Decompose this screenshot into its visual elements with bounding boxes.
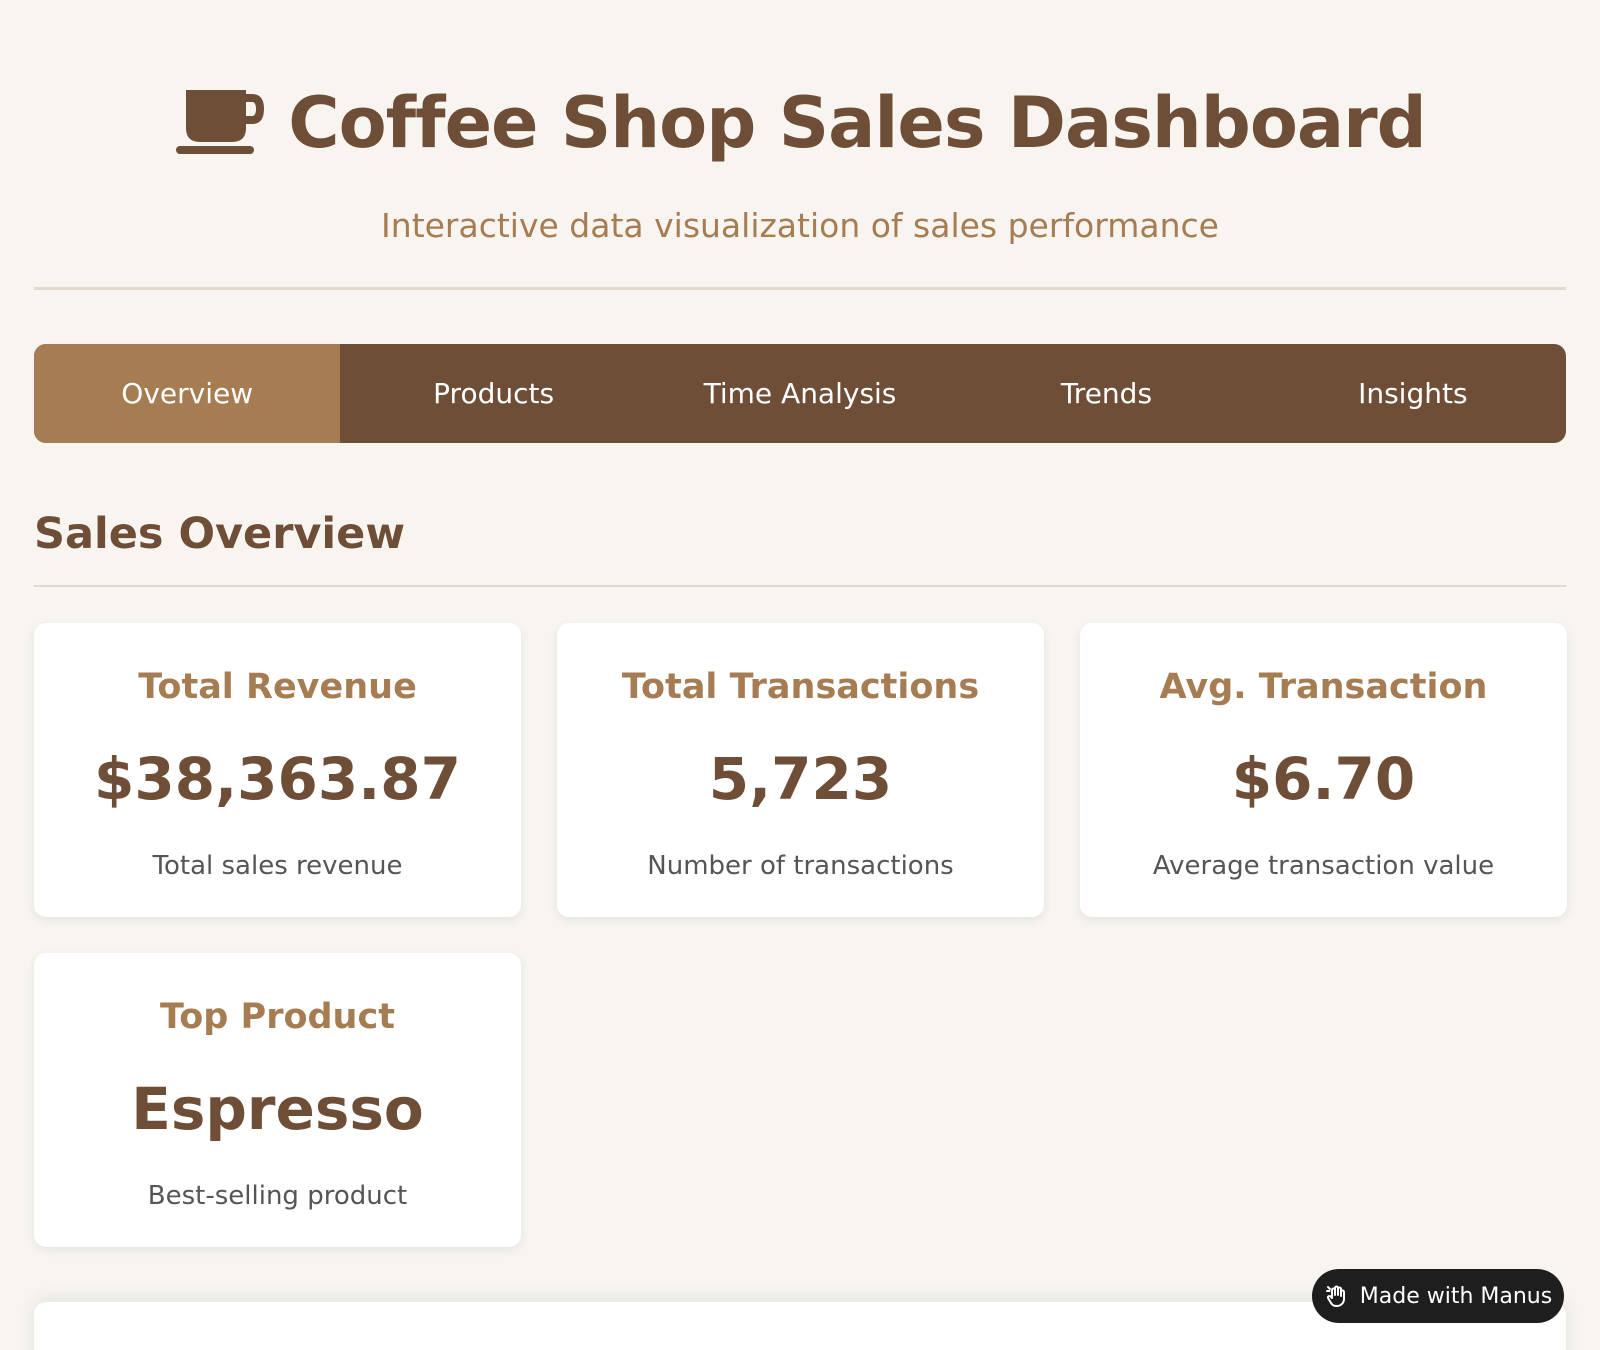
card-value: $6.70	[1231, 745, 1416, 813]
card-label: Total Transactions	[621, 667, 980, 707]
header-divider	[34, 287, 1566, 290]
card-caption: Number of transactions	[647, 851, 954, 881]
card-caption: Best-selling product	[147, 1181, 408, 1211]
metric-cards: Total Revenue $38,363.87 Total sales rev…	[34, 623, 1567, 1247]
tab-bar: Overview Products Time Analysis Trends I…	[34, 344, 1566, 443]
tab-trends[interactable]: Trends	[953, 344, 1259, 443]
section-divider	[34, 585, 1566, 587]
card-caption: Average transaction value	[1152, 851, 1495, 881]
tab-overview[interactable]: Overview	[34, 344, 341, 443]
section-title: Sales Overview	[34, 509, 406, 559]
card-value: $38,363.87	[94, 745, 461, 813]
page-title: Coffee Shop Sales Dashboard	[288, 82, 1427, 164]
card-value: 5,723	[708, 745, 893, 813]
card-label: Total Revenue	[138, 667, 417, 707]
metric-card-total-transactions: Total Transactions 5,723 Number of trans…	[557, 623, 1044, 917]
card-value: Espresso	[131, 1075, 424, 1143]
badge-label: Made with Manus	[1359, 1283, 1553, 1309]
title-row: Coffee Shop Sales Dashboard	[34, 82, 1566, 164]
card-label: Top Product	[160, 997, 395, 1037]
coffee-cup-icon	[174, 90, 266, 156]
tab-time-analysis[interactable]: Time Analysis	[647, 344, 953, 443]
card-caption: Total sales revenue	[152, 851, 403, 881]
manus-hand-icon	[1324, 1283, 1350, 1309]
metric-card-total-revenue: Total Revenue $38,363.87 Total sales rev…	[34, 623, 521, 917]
dashboard-header: Coffee Shop Sales Dashboard Interactive …	[34, 0, 1566, 290]
tab-insights[interactable]: Insights	[1260, 344, 1566, 443]
dashboard-page: Coffee Shop Sales Dashboard Interactive …	[0, 0, 1600, 1350]
tab-products[interactable]: Products	[340, 344, 646, 443]
metric-card-avg-transaction: Avg. Transaction $6.70 Average transacti…	[1080, 623, 1567, 917]
card-label: Avg. Transaction	[1159, 667, 1488, 707]
made-with-manus-button[interactable]: Made with Manus	[1312, 1269, 1564, 1323]
page-subtitle: Interactive data visualization of sales …	[381, 206, 1219, 245]
metric-card-top-product: Top Product Espresso Best-selling produc…	[34, 953, 521, 1247]
